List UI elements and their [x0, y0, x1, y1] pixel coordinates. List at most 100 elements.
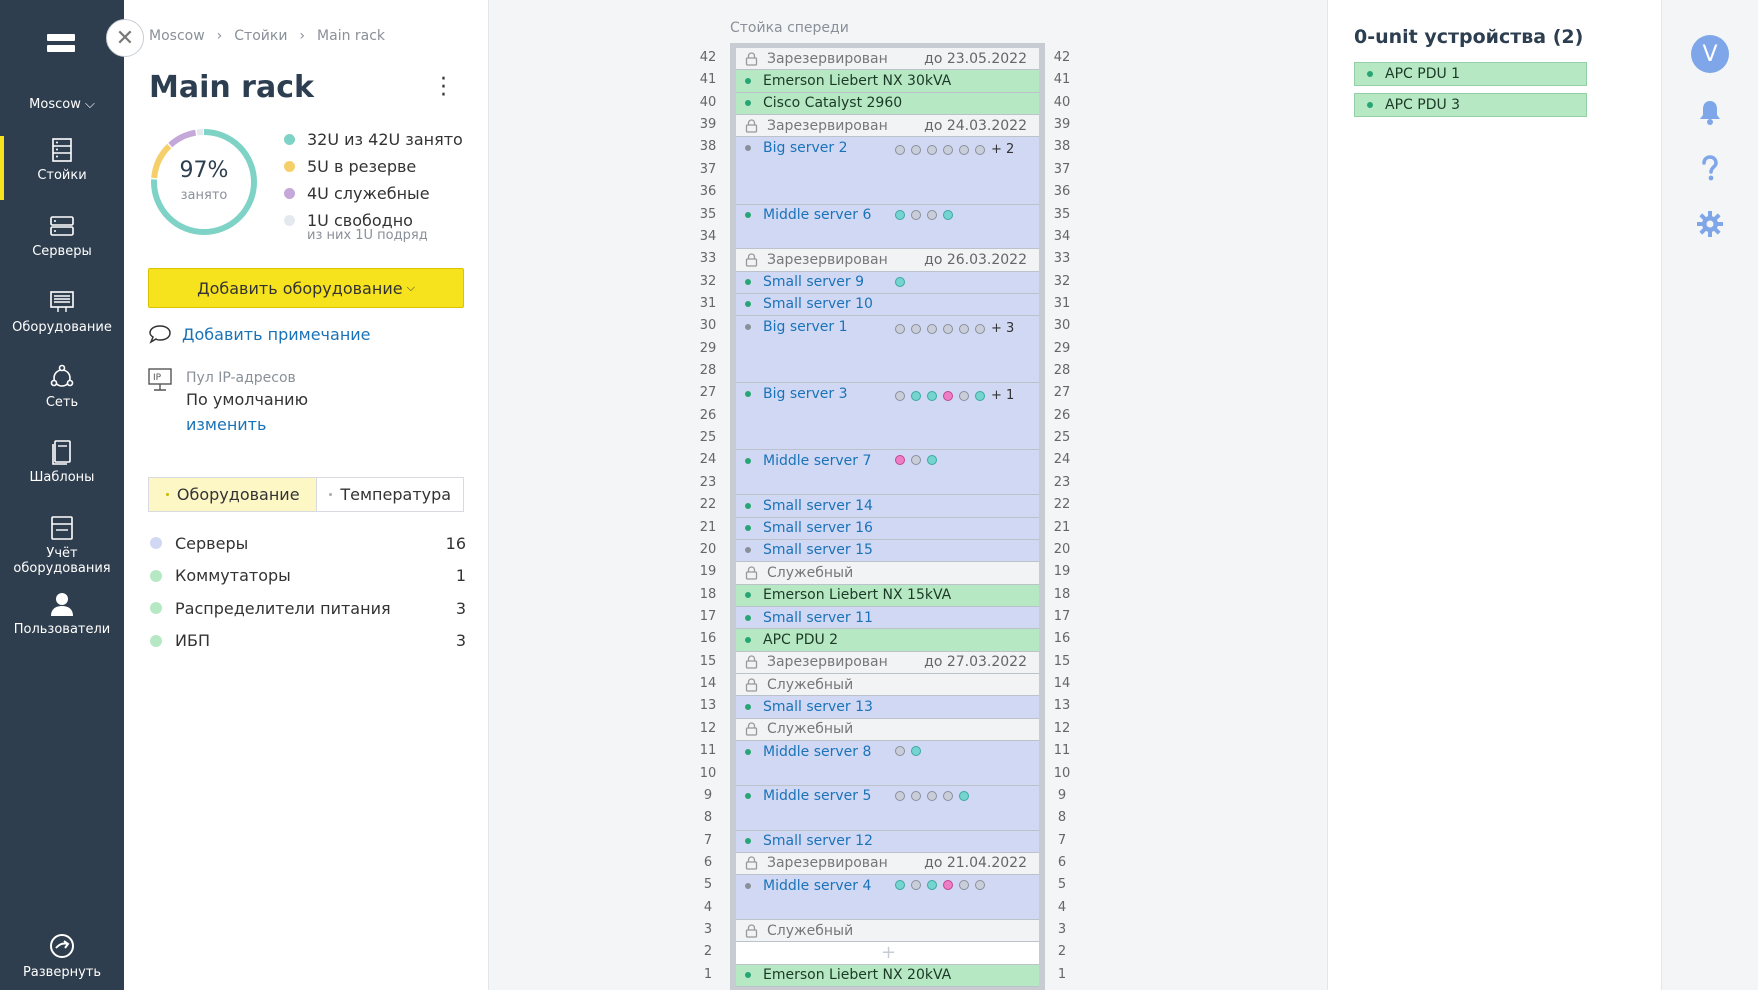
rack-slot-device[interactable]: Middle server 8: [736, 741, 1039, 786]
rack-slot-reserved[interactable]: Зарезервировандо 27.03.2022: [736, 652, 1039, 674]
device-name: Зарезервирован: [767, 118, 888, 134]
rack-slot-device[interactable]: Small server 10: [736, 294, 1039, 316]
close-button[interactable]: ✕: [106, 19, 144, 57]
nav-item-label: Стойки: [0, 168, 124, 183]
rack-slot-empty[interactable]: +: [736, 942, 1039, 964]
rack-slot-device[interactable]: Small server 12: [736, 831, 1039, 853]
nav-item-label: Учёт оборудования: [0, 546, 124, 576]
nav-item-template[interactable]: Шаблоны: [0, 438, 124, 502]
menu-icon[interactable]: [47, 34, 75, 58]
expand-button[interactable]: Развернуть: [0, 933, 124, 980]
nav-item-user[interactable]: Пользователи: [0, 590, 124, 654]
port-dot: [959, 391, 969, 401]
add-note-link[interactable]: Добавить примечание: [148, 324, 371, 344]
unit-number: 42: [1050, 50, 1074, 65]
category-dot: [150, 537, 162, 549]
rack-slot-device[interactable]: APC PDU 2: [736, 629, 1039, 651]
legend-note: из них 1U подряд: [307, 228, 463, 243]
nav-item-equipment[interactable]: Оборудование: [0, 288, 124, 352]
device-name: Middle server 7: [763, 453, 871, 469]
avatar[interactable]: V: [1691, 35, 1729, 73]
location-label: Moscow: [29, 97, 81, 112]
device-name: Small server 15: [763, 542, 873, 558]
bell-icon[interactable]: [1696, 98, 1724, 126]
tab-temperature[interactable]: Температура: [316, 478, 463, 511]
breadcrumb-item-location[interactable]: Moscow: [149, 28, 205, 44]
device-name: Middle server 8: [763, 744, 871, 760]
nav-item-inventory[interactable]: Учёт оборудования: [0, 514, 124, 578]
rack-slot-device[interactable]: Small server 15: [736, 540, 1039, 562]
category-count: 16: [446, 534, 466, 553]
rack-slot-device[interactable]: Emerson Liebert NX 20kVA: [736, 965, 1039, 987]
port-indicators: [895, 791, 975, 801]
rack-slot-device[interactable]: Emerson Liebert NX 30kVA: [736, 70, 1039, 92]
reserved-until-date: до 24.03.2022: [924, 118, 1027, 134]
rack-slot-device[interactable]: Small server 13: [736, 696, 1039, 718]
unit-number: 13: [1050, 698, 1074, 713]
rack-slot-service[interactable]: Служебный: [736, 920, 1039, 942]
rack-slot-reserved[interactable]: Зарезервировандо 23.05.2022: [736, 48, 1039, 70]
nav-item-server[interactable]: Серверы: [0, 212, 124, 276]
unit-number: 6: [1050, 855, 1074, 870]
tab-equipment[interactable]: Оборудование: [149, 478, 316, 511]
rack-slot-reserved[interactable]: Зарезервирован до 24.03.2022: [736, 115, 1039, 137]
rack-slot-reserved[interactable]: Зарезервировандо 21.04.2022: [736, 853, 1039, 875]
rack-slot-service[interactable]: Служебный: [736, 674, 1039, 696]
rack-slot-device[interactable]: Middle server 4: [736, 875, 1039, 920]
unit-number: 3: [1050, 922, 1074, 937]
zero-unit-item[interactable]: APC PDU 1: [1354, 62, 1587, 86]
status-dot: [745, 793, 751, 799]
rack-slot-service[interactable]: Служебный: [736, 719, 1039, 741]
rack-slot-device[interactable]: Big server 1+ 3: [736, 316, 1039, 383]
unit-number: 18: [696, 587, 720, 602]
breadcrumb-separator-icon: ›: [217, 28, 223, 44]
ip-pool-change-link[interactable]: изменить: [186, 415, 266, 434]
add-equipment-button[interactable]: Добавить оборудование ⌵: [148, 268, 464, 308]
status-dot: [745, 324, 751, 330]
unit-number: 39: [1050, 117, 1074, 132]
unit-number: 2: [696, 944, 720, 959]
unit-number: 12: [696, 721, 720, 736]
add-note-label: Добавить примечание: [182, 325, 371, 344]
unit-number: 9: [1050, 788, 1074, 803]
location-select[interactable]: Moscow ⌵: [0, 97, 124, 112]
help-icon[interactable]: [1696, 154, 1724, 182]
rack-slot-device[interactable]: Middle server 7: [736, 450, 1039, 495]
category-dot: [150, 602, 162, 614]
rack-slot-device[interactable]: Emerson Liebert NX 15kVA: [736, 585, 1039, 607]
device-name: Зарезервирован: [767, 654, 888, 670]
status-dot: [745, 592, 751, 598]
occupancy-sublabel: занято: [148, 188, 260, 203]
port-dot: [895, 791, 905, 801]
rack-slot-device[interactable]: Small server 14: [736, 495, 1039, 517]
status-dot: [745, 78, 751, 84]
device-name: Big server 2: [763, 140, 848, 156]
zero-unit-item[interactable]: APC PDU 3: [1354, 93, 1587, 117]
rack-slot-device[interactable]: Small server 11: [736, 607, 1039, 629]
nav-item-rack[interactable]: Стойки: [0, 136, 124, 200]
rack-slot-device[interactable]: Big server 2+ 2: [736, 137, 1039, 204]
more-options-icon[interactable]: ···: [440, 76, 447, 100]
port-dot: [895, 455, 905, 465]
rack-slot-reserved[interactable]: Зарезервировандо 26.03.2022: [736, 249, 1039, 271]
legend-dot: [284, 161, 295, 172]
rack-slot-device[interactable]: Small server 16: [736, 518, 1039, 540]
unit-number: 30: [1050, 318, 1074, 333]
port-indicators: [895, 880, 991, 890]
rack-slot-device[interactable]: Cisco Catalyst 2960: [736, 93, 1039, 115]
rack-slot-device[interactable]: Middle server 5: [736, 786, 1039, 831]
legend-dot: [284, 215, 295, 226]
utility-bar: V: [1662, 0, 1758, 990]
nav-item-label: Шаблоны: [0, 470, 124, 485]
device-name: Emerson Liebert NX 30kVA: [763, 73, 951, 89]
page-title: Main rack: [149, 70, 314, 105]
breadcrumb-item-racks[interactable]: Стойки: [234, 28, 287, 44]
rack-slot-service[interactable]: Служебный: [736, 562, 1039, 584]
rack-icon: [48, 136, 76, 164]
gear-icon[interactable]: [1696, 210, 1724, 238]
rack-slot-device[interactable]: Big server 3+ 1: [736, 383, 1039, 450]
rack-slot-device[interactable]: Middle server 6: [736, 205, 1039, 250]
nav-item-network[interactable]: Сеть: [0, 363, 124, 427]
rack-slot-device[interactable]: Small server 9: [736, 272, 1039, 294]
add-slot-icon[interactable]: +: [881, 942, 896, 963]
